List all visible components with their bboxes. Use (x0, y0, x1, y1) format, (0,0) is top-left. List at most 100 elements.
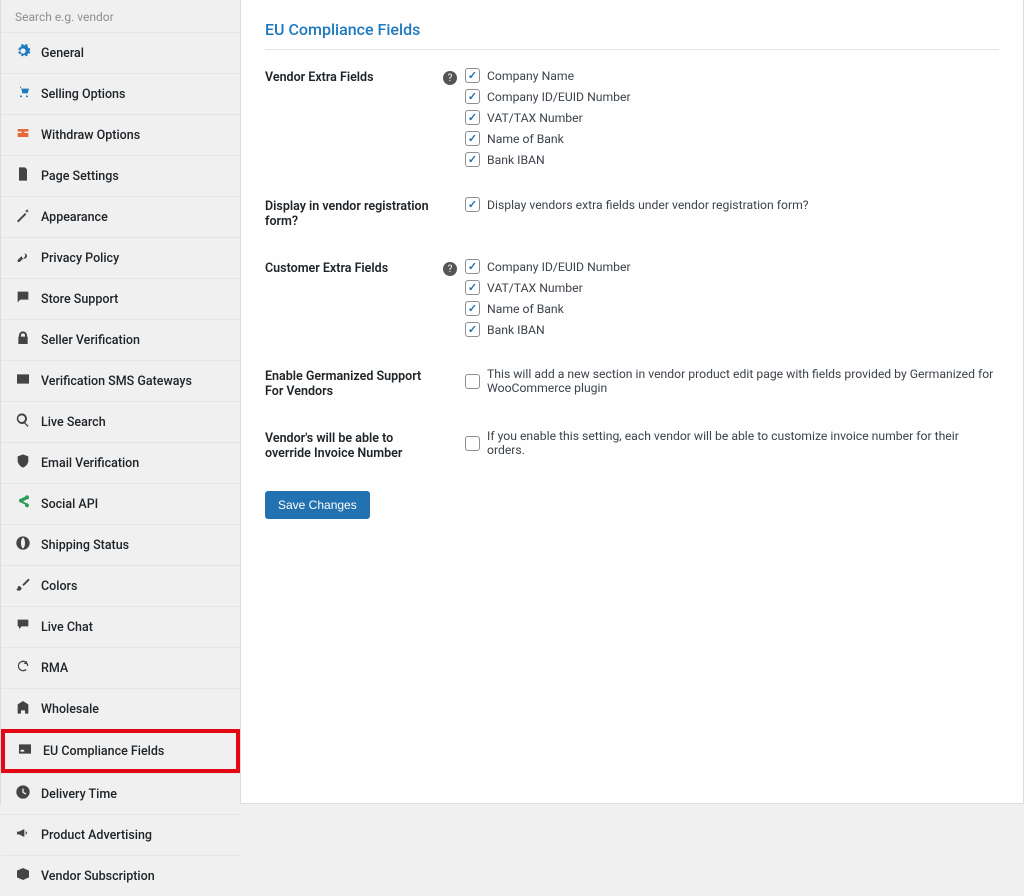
help-icon[interactable]: ? (443, 71, 457, 85)
sidebar-item-label: Privacy Policy (41, 251, 119, 266)
sidebar-item-vendor-subscription[interactable]: Vendor Subscription (1, 855, 240, 896)
sidebar-item-withdraw-options[interactable]: Withdraw Options (1, 114, 240, 155)
clock-icon (15, 784, 31, 804)
checkbox-label: If you enable this setting, each vendor … (487, 429, 999, 457)
form-row-display_registration: Display in vendor registration form? Disp… (265, 197, 999, 229)
form-row-override_invoice: Vendor's will be able to override Invoic… (265, 429, 999, 461)
checkbox[interactable] (465, 131, 480, 146)
checkbox[interactable] (465, 374, 480, 389)
sidebar-item-wholesale[interactable]: Wholesale (1, 688, 240, 729)
checkbox-option[interactable]: Company ID/EUID Number (465, 89, 631, 104)
help-icon[interactable]: ? (443, 262, 457, 276)
checkbox-option[interactable]: Name of Bank (465, 131, 631, 146)
form-label: Display in vendor registration form? (265, 197, 443, 229)
checkbox-label: This will add a new section in vendor pr… (487, 367, 999, 395)
checkbox[interactable] (465, 110, 480, 125)
checkbox[interactable] (465, 280, 480, 295)
shield-icon (15, 453, 31, 473)
checkbox[interactable] (465, 436, 480, 451)
form-label: Customer Extra Fields (265, 259, 443, 337)
sidebar-item-seller-verification[interactable]: Seller Verification (1, 319, 240, 360)
sidebar-item-label: Withdraw Options (41, 128, 140, 143)
sidebar-item-page-settings[interactable]: Page Settings (1, 155, 240, 196)
form-label: Enable Germanized Support For Vendors (265, 367, 443, 399)
sidebar-item-verification-sms[interactable]: Verification SMS Gateways (1, 360, 240, 401)
sidebar-item-label: Product Advertising (41, 828, 152, 843)
sidebar-item-live-chat[interactable]: Live Chat (1, 606, 240, 647)
checkbox[interactable] (465, 259, 480, 274)
sidebar-item-product-advertising[interactable]: Product Advertising (1, 814, 240, 855)
wand-icon (15, 207, 31, 227)
key-icon (15, 248, 31, 268)
checkbox-label: Bank IBAN (487, 323, 545, 337)
megaphone-icon (15, 825, 31, 845)
sidebar-item-label: Social API (41, 497, 98, 512)
checkbox-option[interactable]: Company Name (465, 68, 631, 83)
sidebar-item-label: EU Compliance Fields (43, 744, 164, 759)
checkbox-label: Name of Bank (487, 302, 564, 316)
sidebar-item-selling-options[interactable]: Selling Options (1, 73, 240, 114)
sidebar-item-privacy-policy[interactable]: Privacy Policy (1, 237, 240, 278)
checkbox-label: VAT/TAX Number (487, 111, 583, 125)
sidebar-item-appearance[interactable]: Appearance (1, 196, 240, 237)
sidebar-item-live-search[interactable]: Live Search (1, 401, 240, 442)
sidebar-item-label: Wholesale (41, 702, 99, 717)
form-row-germanized: Enable Germanized Support For Vendors Thi… (265, 367, 999, 399)
sidebar-item-store-support[interactable]: Store Support (1, 278, 240, 319)
checkbox-label: Company Name (487, 69, 574, 83)
checkbox-option[interactable]: If you enable this setting, each vendor … (465, 429, 999, 457)
chat-icon (15, 289, 31, 309)
sidebar-item-label: Page Settings (41, 169, 119, 184)
sidebar-item-colors[interactable]: Colors (1, 565, 240, 606)
checkbox-option[interactable]: Bank IBAN (465, 322, 631, 337)
mail-icon (15, 371, 31, 391)
checkbox-label: Company ID/EUID Number (487, 90, 631, 104)
sidebar-item-general[interactable]: General (1, 32, 240, 73)
sidebar-item-email-verification[interactable]: Email Verification (1, 442, 240, 483)
building-icon (15, 699, 31, 719)
checkbox-option[interactable]: VAT/TAX Number (465, 280, 631, 295)
gear-icon (15, 43, 31, 63)
page-icon (15, 166, 31, 186)
search-icon (15, 412, 31, 432)
checkbox-option[interactable]: Bank IBAN (465, 152, 631, 167)
checkbox[interactable] (465, 322, 480, 337)
checkbox-label: Company ID/EUID Number (487, 260, 631, 274)
globe-icon (15, 535, 31, 555)
sidebar-item-label: Verification SMS Gateways (41, 374, 192, 389)
checkbox[interactable] (465, 89, 480, 104)
form-row-customer_fields: Customer Extra Fields? Company ID/EUID Nu… (265, 259, 999, 337)
brush-icon (15, 576, 31, 596)
checkbox-label: Display vendors extra fields under vendo… (487, 198, 809, 212)
sidebar-item-social-api[interactable]: Social API (1, 483, 240, 524)
sidebar-item-shipping-status[interactable]: Shipping Status (1, 524, 240, 565)
checkbox-option[interactable]: Name of Bank (465, 301, 631, 316)
checkbox[interactable] (465, 68, 480, 83)
idcard-icon (17, 741, 33, 761)
sidebar-item-label: Vendor Subscription (41, 869, 155, 884)
sidebar-item-label: Live Chat (41, 620, 93, 635)
sidebar-item-rma[interactable]: RMA (1, 647, 240, 688)
checkbox[interactable] (465, 301, 480, 316)
checkbox-option[interactable]: Display vendors extra fields under vendo… (465, 197, 809, 212)
refresh-icon (15, 658, 31, 678)
box-icon (15, 866, 31, 886)
sidebar: Search e.g. vendor GeneralSelling Option… (1, 0, 241, 803)
checkbox-option[interactable]: VAT/TAX Number (465, 110, 631, 125)
save-changes-button[interactable]: Save Changes (265, 491, 370, 519)
sidebar-item-eu-compliance[interactable]: EU Compliance Fields (1, 729, 240, 773)
checkbox[interactable] (465, 152, 480, 167)
sidebar-item-label: Shipping Status (41, 538, 129, 553)
sidebar-item-delivery-time[interactable]: Delivery Time (1, 773, 240, 814)
sidebar-search[interactable]: Search e.g. vendor (1, 0, 240, 32)
withdraw-icon (15, 125, 31, 145)
sidebar-item-label: Live Search (41, 415, 106, 430)
checkbox[interactable] (465, 197, 480, 212)
checkbox-option[interactable]: Company ID/EUID Number (465, 259, 631, 274)
sidebar-item-label: Colors (41, 579, 77, 594)
sidebar-item-label: Seller Verification (41, 333, 140, 348)
checkbox-option[interactable]: This will add a new section in vendor pr… (465, 367, 999, 395)
sidebar-item-label: Email Verification (41, 456, 139, 471)
sidebar-item-label: RMA (41, 661, 68, 676)
cart-icon (15, 84, 31, 104)
